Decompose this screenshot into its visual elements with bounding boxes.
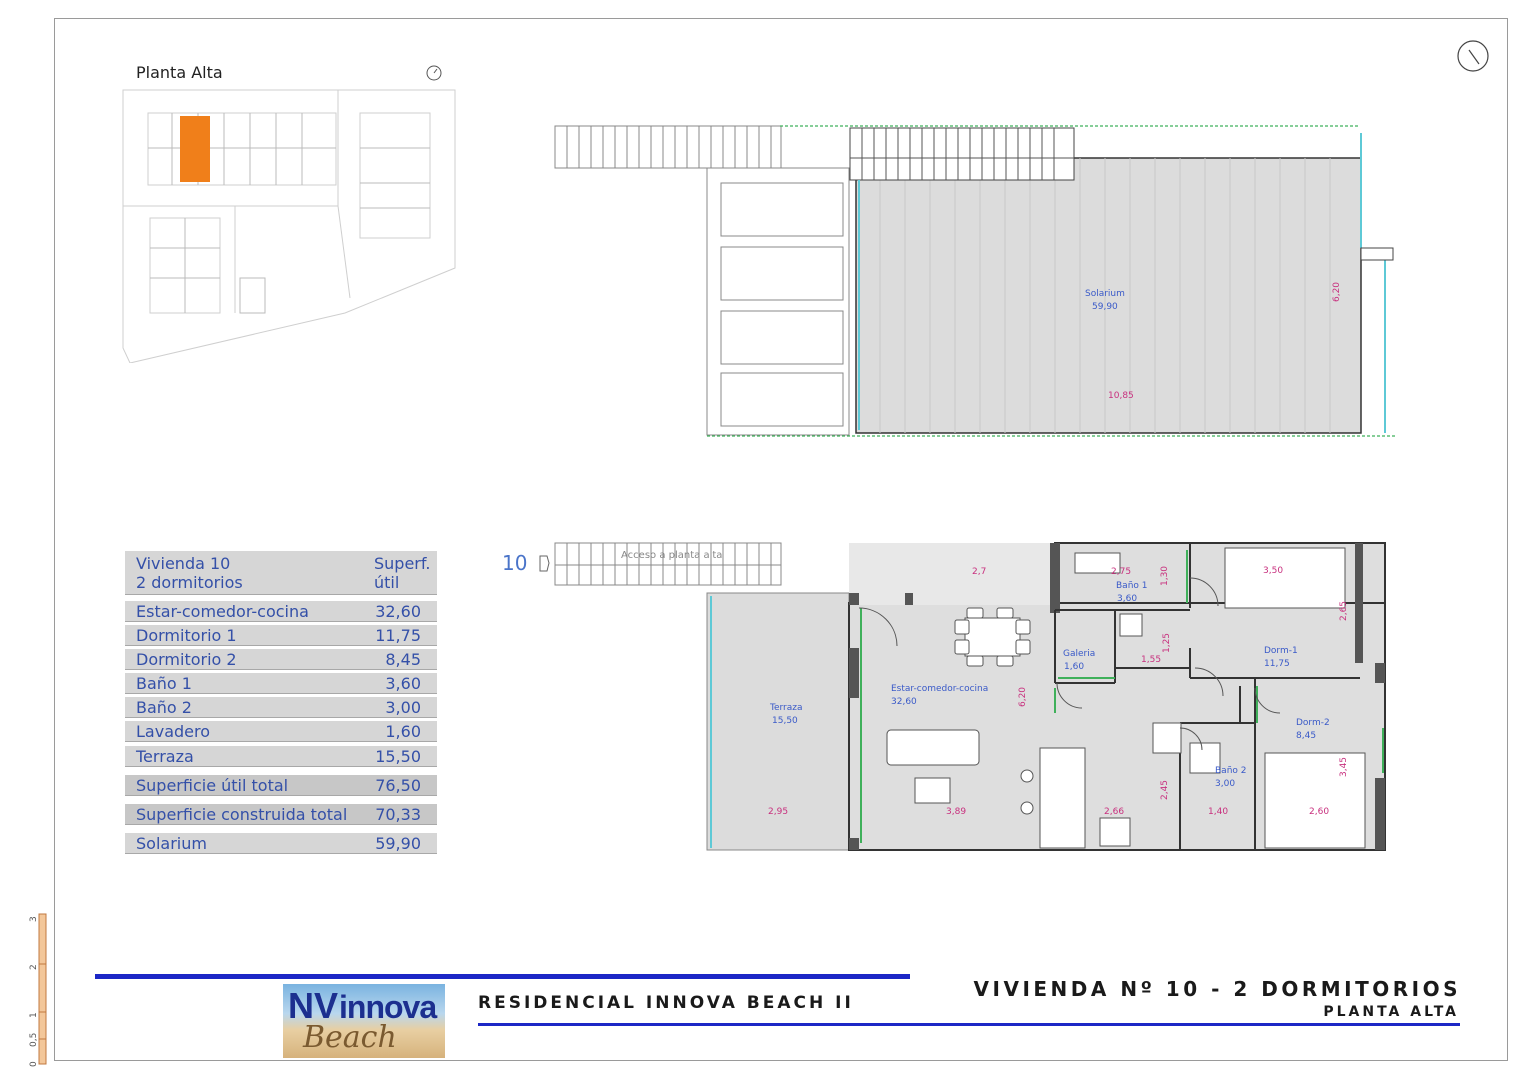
row-label: Baño 1	[136, 674, 192, 693]
scale-mark-05: 0,5	[29, 1032, 39, 1047]
solarium-row: Solarium 59,90	[125, 832, 437, 854]
north-compass-icon	[1457, 40, 1489, 72]
table-row: Baño 2 3,00	[125, 696, 437, 718]
bano2-area: 3,00	[1215, 779, 1236, 789]
scale-mark-3: 3	[29, 916, 39, 922]
row-value: 11,75	[375, 626, 421, 645]
dim-350: 3,50	[1263, 566, 1284, 576]
row-value: 1,60	[385, 722, 421, 741]
row-label: Lavadero	[136, 722, 211, 741]
solarium-label: Solarium	[136, 834, 207, 853]
keyplan-site-drawing	[122, 89, 456, 363]
construida-total-row: Superficie construida total 70,33	[125, 803, 437, 825]
util-total-row: Superficie útil total 76,50	[125, 774, 437, 796]
logo-beach-text: Beach	[303, 1020, 397, 1055]
row-value: 15,50	[375, 747, 421, 766]
header-vivienda: Vivienda 10 2 dormitorios	[136, 554, 243, 592]
dim-389: 3,89	[946, 807, 967, 817]
bano1-name: Baño 1	[1116, 581, 1148, 591]
table-row: Dormitorio 1 11,75	[125, 624, 437, 646]
dim-125: 1,25	[1162, 632, 1173, 654]
solarium-plan	[554, 125, 1395, 437]
dorm2-name: Dorm-2	[1296, 718, 1330, 728]
row-value: 32,60	[375, 602, 421, 621]
terraza-name: Terraza	[770, 703, 803, 713]
scale-mark-0: 0	[29, 1061, 39, 1067]
access-label: Acceso a planta alta	[621, 550, 723, 561]
table-row: Baño 1 3,60	[125, 672, 437, 694]
dim-265: 2,65	[1339, 600, 1350, 622]
innova-beach-logo: NV innova Beach	[283, 984, 445, 1058]
unit-number: 10	[502, 551, 528, 575]
row-value: 3,00	[385, 698, 421, 717]
scale-mark-1: 1	[29, 1012, 39, 1018]
dim-275: 2,75	[1111, 567, 1132, 577]
residence-name: RESIDENCIAL INNOVA BEACH II	[478, 993, 854, 1013]
galeria-area: 1,60	[1064, 662, 1085, 672]
dim-155: 1,55	[1141, 655, 1162, 665]
util-total-value: 76,50	[375, 776, 421, 795]
dim-345: 3,45	[1339, 756, 1350, 778]
table-row: Lavadero 1,60	[125, 720, 437, 742]
floor-plan	[539, 542, 1386, 851]
row-label: Dormitorio 2	[136, 650, 237, 669]
table-row: Terraza 15,50	[125, 745, 437, 767]
header-vivienda-line2: 2 dormitorios	[136, 573, 243, 592]
row-value: 8,45	[385, 650, 421, 669]
dim-140: 1,40	[1208, 807, 1229, 817]
dim-266: 2,66	[1104, 807, 1125, 817]
row-label: Estar-comedor-cocina	[136, 602, 309, 621]
construida-total-value: 70,33	[375, 805, 421, 824]
util-total-label: Superficie útil total	[136, 776, 289, 795]
galeria-name: Galeria	[1063, 649, 1096, 659]
scale-mark-2: 2	[29, 964, 39, 970]
solarium-room-area: 59,90	[1092, 302, 1118, 312]
bano2-name: Baño 2	[1215, 766, 1247, 776]
unit-highlight	[180, 116, 210, 182]
row-label: Terraza	[136, 747, 194, 766]
row-label: Dormitorio 1	[136, 626, 237, 645]
table-header: Vivienda 10 2 dormitorios Superf. útil	[125, 550, 437, 595]
dim-245: 2,45	[1160, 779, 1171, 801]
solarium-dim-height: 6,20	[1332, 281, 1343, 303]
table-row: Dormitorio 2 8,45	[125, 648, 437, 670]
construida-total-label: Superficie construida total	[136, 805, 348, 824]
footer-rule-top	[95, 974, 910, 979]
dim-260: 2,60	[1309, 807, 1330, 817]
estar-name: Estar-comedor-cocina	[891, 684, 989, 694]
header-vivienda-line1: Vivienda 10	[136, 554, 231, 573]
row-label: Baño 2	[136, 698, 192, 717]
solarium-value: 59,90	[375, 834, 421, 853]
estar-area: 32,60	[891, 697, 917, 707]
header-superf-line1: Superf.	[374, 554, 431, 573]
dorm1-name: Dorm-1	[1264, 646, 1298, 656]
row-value: 3,60	[385, 674, 421, 693]
header-superf: Superf. útil	[374, 554, 430, 592]
keyplan-title: Planta Alta	[136, 63, 223, 82]
dim-130: 1,30	[1160, 565, 1171, 587]
header-superf-line2: útil	[374, 573, 400, 592]
dorm1-area: 11,75	[1264, 659, 1290, 669]
solarium-dim-width: 10,85	[1108, 391, 1134, 401]
table-row: Estar-comedor-cocina 32,60	[125, 600, 437, 622]
dorm2-area: 8,45	[1296, 731, 1317, 741]
dim-2x: 2,7	[972, 567, 987, 577]
dim-295: 2,95	[768, 807, 789, 817]
bano1-area: 3,60	[1117, 594, 1138, 604]
sheet-title: VIVIENDA Nº 10 - 2 DORMITORIOS	[973, 977, 1461, 1001]
terraza-area: 15,50	[772, 716, 798, 726]
footer-rule-bottom	[478, 1023, 1460, 1026]
solarium-room-name: Solarium	[1085, 289, 1125, 299]
sheet-subtitle: PLANTA ALTA	[1323, 1004, 1459, 1020]
dim-620: 6,20	[1018, 686, 1029, 708]
keyplan-compass-icon	[426, 65, 442, 81]
